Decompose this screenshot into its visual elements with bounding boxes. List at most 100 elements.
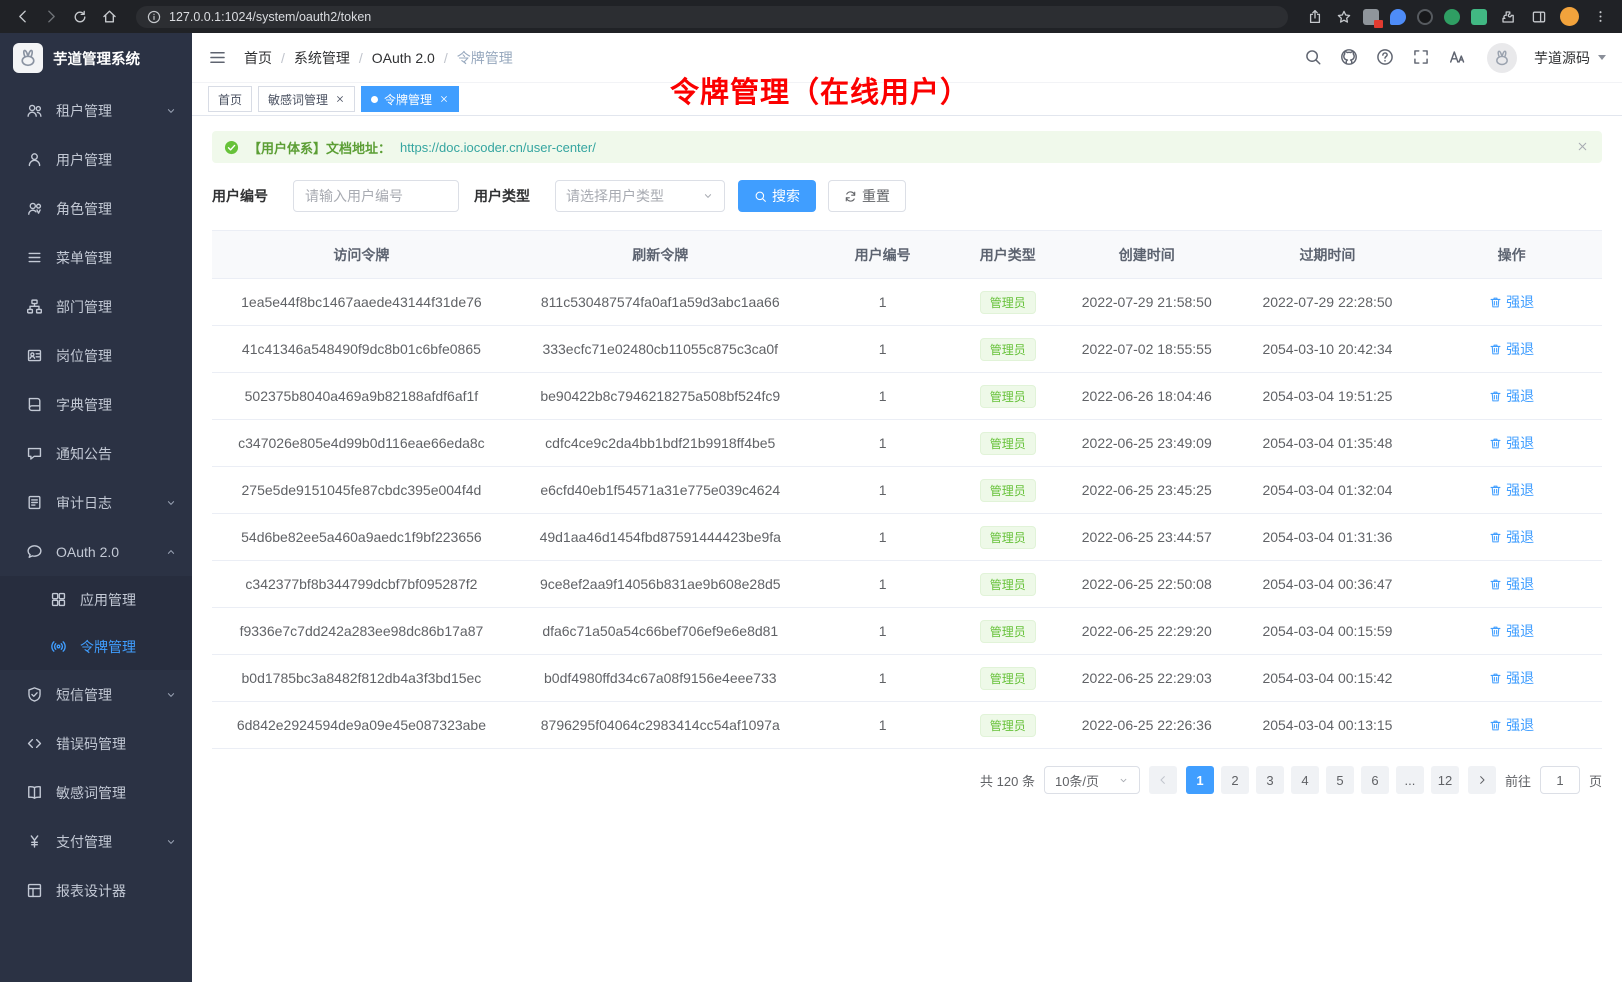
- github-icon[interactable]: [1340, 48, 1359, 67]
- cell-expire-time: 2054-03-04 01:35:48: [1234, 420, 1422, 467]
- share-icon[interactable]: [1305, 7, 1325, 27]
- page-button-2[interactable]: 2: [1221, 766, 1249, 794]
- extension-icon-4[interactable]: [1444, 9, 1460, 25]
- side-panel-icon[interactable]: [1529, 7, 1549, 27]
- chevron-down-icon: [1598, 55, 1606, 60]
- page-button-5[interactable]: 5: [1326, 766, 1354, 794]
- sidebar: 芋道管理系统 租户管理用户管理角色管理菜单管理部门管理岗位管理字典管理通知公告审…: [0, 33, 192, 982]
- star-icon[interactable]: [1334, 7, 1354, 27]
- sidebar-item-report-designer[interactable]: 报表设计器: [0, 866, 192, 915]
- forward-icon[interactable]: [41, 7, 61, 27]
- sidebar-item-dept[interactable]: 部门管理: [0, 282, 192, 331]
- next-page-button[interactable]: [1468, 766, 1496, 794]
- sidebar-item-sms[interactable]: 短信管理: [0, 670, 192, 719]
- force-logout-button[interactable]: 强退: [1489, 339, 1534, 359]
- force-logout-button[interactable]: 强退: [1489, 621, 1534, 641]
- goto-label: 前往: [1505, 771, 1531, 790]
- goto-page-input[interactable]: [1540, 766, 1580, 794]
- sidebar-item-user[interactable]: 用户管理: [0, 135, 192, 184]
- sidebar-item-audit-log[interactable]: 审计日志: [0, 478, 192, 527]
- back-icon[interactable]: [12, 7, 32, 27]
- sidebar-item-role[interactable]: 角色管理: [0, 184, 192, 233]
- breadcrumb-item[interactable]: OAuth 2.0: [372, 50, 435, 66]
- font-size-icon[interactable]: [1448, 48, 1467, 67]
- close-icon[interactable]: [438, 94, 449, 105]
- sidebar-item-error-code[interactable]: 错误码管理: [0, 719, 192, 768]
- table-row: b0d1785bc3a8482f812db4a3f3bd15ecb0df4980…: [212, 655, 1602, 702]
- reload-icon[interactable]: [70, 7, 90, 27]
- user-id-label: 用户编号: [212, 186, 268, 206]
- fullscreen-icon[interactable]: [1412, 48, 1431, 67]
- force-logout-button[interactable]: 强退: [1489, 715, 1534, 735]
- sidebar-item-dict[interactable]: 字典管理: [0, 380, 192, 429]
- extension-icon-3[interactable]: [1417, 9, 1433, 25]
- sidebar-item-label: 岗位管理: [56, 346, 112, 366]
- home-icon[interactable]: [99, 7, 119, 27]
- trash-icon: [1489, 625, 1502, 638]
- extension-icon-1[interactable]: [1363, 9, 1379, 25]
- address-bar[interactable]: 127.0.0.1:1024/system/oauth2/token: [136, 6, 1288, 28]
- sidebar-item-post[interactable]: 岗位管理: [0, 331, 192, 380]
- force-logout-button[interactable]: 强退: [1489, 527, 1534, 547]
- trash-icon: [1489, 484, 1502, 497]
- column-header: 用户编号: [810, 231, 956, 279]
- sidebar-item-oauth2[interactable]: OAuth 2.0: [0, 527, 192, 576]
- sidebar-item-pay[interactable]: 支付管理: [0, 817, 192, 866]
- cell-expire-time: 2054-03-04 00:15:59: [1234, 608, 1422, 655]
- alert-text: 【用户体系】文档地址：: [248, 138, 391, 157]
- page-button-3[interactable]: 3: [1256, 766, 1284, 794]
- force-logout-button[interactable]: 强退: [1489, 433, 1534, 453]
- force-logout-button[interactable]: 强退: [1489, 386, 1534, 406]
- force-logout-button[interactable]: 强退: [1489, 480, 1534, 500]
- extension-icon-2[interactable]: [1390, 9, 1406, 25]
- cell-refresh-token: cdfc4ce9c2da4bb1bdf21b9918ff4be5: [511, 420, 810, 467]
- sidebar-item-menu[interactable]: 菜单管理: [0, 233, 192, 282]
- page-button-4[interactable]: 4: [1291, 766, 1319, 794]
- extension-icon-5[interactable]: [1471, 9, 1487, 25]
- header-actions: 芋道源码: [1304, 43, 1606, 73]
- tab-home[interactable]: 首页: [208, 86, 252, 112]
- page-button-1[interactable]: 1: [1186, 766, 1214, 794]
- doc-link[interactable]: https://doc.iocoder.cn/user-center/: [400, 140, 596, 155]
- extensions-puzzle-icon[interactable]: [1498, 7, 1518, 27]
- close-icon[interactable]: [334, 94, 345, 105]
- reset-button[interactable]: 重置: [828, 180, 906, 212]
- breadcrumb-item[interactable]: 首页: [244, 48, 272, 68]
- tab-token[interactable]: 令牌管理: [361, 86, 459, 112]
- user-id-input[interactable]: [293, 180, 459, 212]
- search-icon[interactable]: [1304, 48, 1323, 67]
- sidebar-item-oauth2-app[interactable]: 应用管理: [0, 576, 192, 623]
- trash-icon: [1489, 390, 1502, 403]
- cell-create-time: 2022-06-25 23:44:57: [1060, 514, 1234, 561]
- user-type-select[interactable]: 请选择用户类型: [555, 180, 725, 212]
- table-row: f9336e7c7dd242a283ee98dc86b17a87dfa6c71a…: [212, 608, 1602, 655]
- prev-page-button[interactable]: [1149, 766, 1177, 794]
- user-name[interactable]: 芋道源码: [1534, 48, 1590, 68]
- force-logout-button[interactable]: 强退: [1489, 668, 1534, 688]
- page-button-6[interactable]: 6: [1361, 766, 1389, 794]
- tab-sensitive-word[interactable]: 敏感词管理: [258, 86, 355, 112]
- page-size-select[interactable]: 10条/页: [1044, 766, 1140, 794]
- cell-expire-time: 2054-03-04 00:13:15: [1234, 702, 1422, 749]
- sidebar-item-notice[interactable]: 通知公告: [0, 429, 192, 478]
- help-icon[interactable]: [1376, 48, 1395, 67]
- user-avatar[interactable]: [1487, 43, 1517, 73]
- cell-refresh-token: 9ce8ef2aa9f14056b831ae9b608e28d5: [511, 561, 810, 608]
- info-icon[interactable]: [146, 9, 161, 24]
- alert-close-icon[interactable]: [1576, 140, 1590, 154]
- sidebar-item-tenant[interactable]: 租户管理: [0, 86, 192, 135]
- page-ellipsis[interactable]: ...: [1396, 766, 1424, 794]
- breadcrumb-item[interactable]: 系统管理: [294, 48, 350, 68]
- browser-menu-icon[interactable]: [1590, 7, 1610, 27]
- search-button[interactable]: 搜索: [738, 180, 816, 212]
- page-button-12[interactable]: 12: [1431, 766, 1459, 794]
- hamburger-icon[interactable]: [208, 48, 227, 67]
- user-type-label: 用户类型: [474, 186, 530, 206]
- sidebar-item-sensitive-word[interactable]: 敏感词管理: [0, 768, 192, 817]
- browser-profile-avatar[interactable]: [1560, 7, 1579, 26]
- app-logo[interactable]: 芋道管理系统: [0, 33, 192, 83]
- user-type-badge: 管理员: [980, 667, 1036, 690]
- force-logout-button[interactable]: 强退: [1489, 292, 1534, 312]
- force-logout-button[interactable]: 强退: [1489, 574, 1534, 594]
- sidebar-item-oauth2-token[interactable]: 令牌管理: [0, 623, 192, 670]
